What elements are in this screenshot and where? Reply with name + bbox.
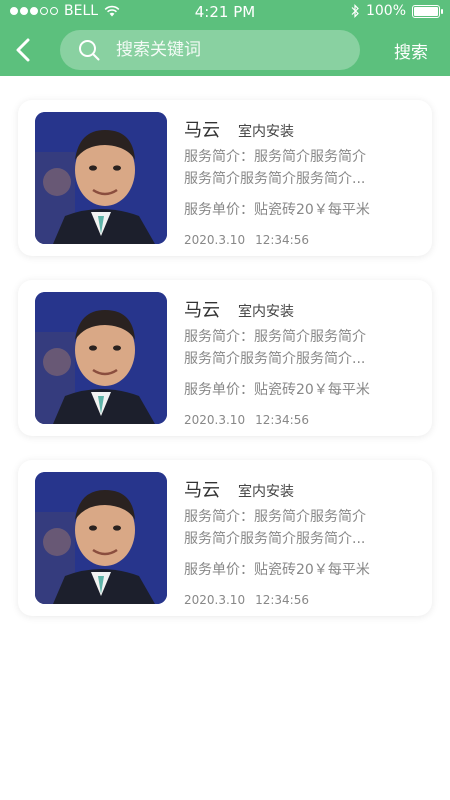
service-description: 服务简介：服务简介服务简介 服务简介服务简介服务简介...: [184, 146, 384, 190]
back-arrow-icon[interactable]: [12, 36, 36, 64]
service-card[interactable]: 马云 室内安装 服务简介：服务简介服务简介 服务简介服务简介服务简介... 服务…: [18, 460, 432, 616]
description-line: 服务简介服务简介服务简介...: [184, 531, 366, 547]
service-description: 服务简介：服务简介服务简介 服务简介服务简介服务简介...: [184, 506, 384, 550]
status-bar: BELL 4:21 PM 100%: [0, 0, 450, 24]
search-button[interactable]: 搜索: [394, 38, 428, 63]
service-info: 马云 室内安装 服务简介：服务简介服务简介 服务简介服务简介服务简介... 服务…: [184, 476, 422, 607]
status-right: 100%: [350, 3, 443, 19]
search-icon: [79, 40, 100, 61]
service-info: 马云 室内安装 服务简介：服务简介服务简介 服务简介服务简介服务简介... 服务…: [184, 116, 422, 247]
description-line: 服务简介服务简介服务简介...: [184, 351, 366, 367]
description-line: 服务简介服务简介服务简介...: [184, 171, 366, 187]
service-timestamp: 2020.3.10 12:34:56: [184, 233, 422, 247]
service-price: 服务单价：贴瓷砖20￥每平米: [184, 562, 370, 578]
description-line: 服务简介：服务简介服务简介: [184, 509, 366, 525]
provider-photo: [35, 112, 167, 244]
service-list: 马云 室内安装 服务简介：服务简介服务简介 服务简介服务简介服务简介... 服务…: [18, 100, 432, 640]
service-price: 服务单价：贴瓷砖20￥每平米: [184, 382, 370, 398]
search-input[interactable]: [116, 40, 336, 60]
service-timestamp: 2020.3.10 12:34:56: [184, 593, 422, 607]
description-line: 服务简介：服务简介服务简介: [184, 329, 366, 345]
provider-name: 马云: [184, 300, 220, 321]
battery-percent: 100%: [365, 3, 406, 19]
service-time: 12:34:56: [255, 233, 309, 247]
bluetooth-icon: [351, 4, 359, 18]
description-line: 服务简介：服务简介服务简介: [184, 149, 366, 165]
battery-icon: [412, 4, 443, 18]
service-category: 室内安装: [238, 124, 294, 140]
nav-bar: 搜索: [0, 28, 450, 72]
provider-photo: [35, 292, 167, 424]
service-timestamp: 2020.3.10 12:34:56: [184, 413, 422, 427]
service-price: 服务单价：贴瓷砖20￥每平米: [184, 202, 370, 218]
service-category: 室内安装: [238, 304, 294, 320]
service-description: 服务简介：服务简介服务简介 服务简介服务简介服务简介...: [184, 326, 384, 370]
provider-name: 马云: [184, 120, 220, 141]
service-card[interactable]: 马云 室内安装 服务简介：服务简介服务简介 服务简介服务简介服务简介... 服务…: [18, 100, 432, 256]
provider-name: 马云: [184, 480, 220, 501]
search-bar[interactable]: [60, 30, 360, 70]
service-time: 12:34:56: [255, 593, 309, 607]
app-header: BELL 4:21 PM 100% 搜索: [0, 0, 450, 76]
service-date: 2020.3.10: [184, 233, 246, 247]
service-time: 12:34:56: [255, 413, 309, 427]
service-category: 室内安装: [238, 484, 294, 500]
service-card[interactable]: 马云 室内安装 服务简介：服务简介服务简介 服务简介服务简介服务简介... 服务…: [18, 280, 432, 436]
provider-photo: [35, 472, 167, 604]
service-date: 2020.3.10: [184, 413, 246, 427]
service-info: 马云 室内安装 服务简介：服务简介服务简介 服务简介服务简介服务简介... 服务…: [184, 296, 422, 427]
service-date: 2020.3.10: [184, 593, 246, 607]
